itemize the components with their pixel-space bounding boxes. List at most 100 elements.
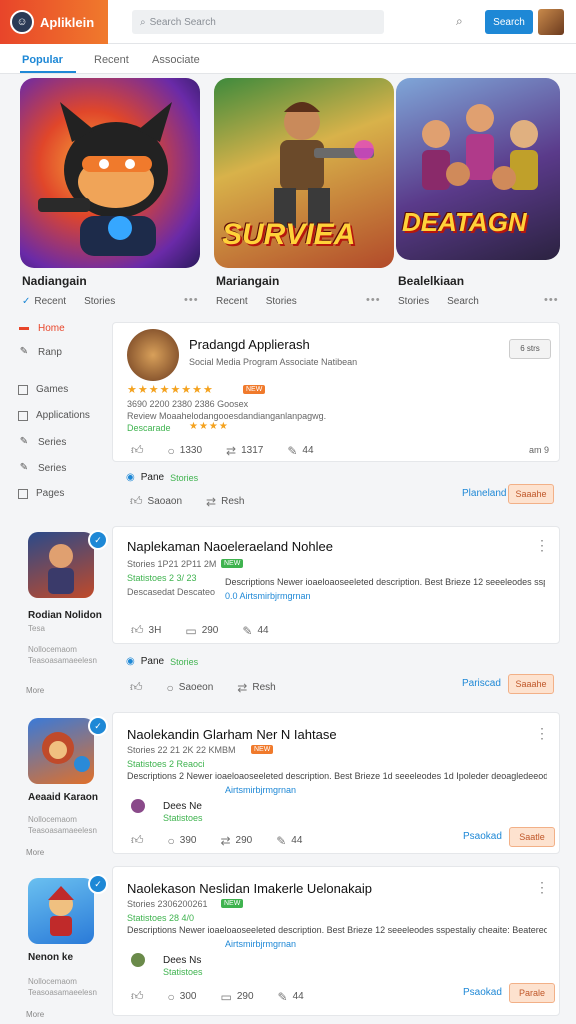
pariscad-link[interactable]: Pariscad	[462, 678, 501, 689]
more-link[interactable]: More	[26, 848, 44, 857]
tag-button[interactable]: ✎ 44	[287, 444, 313, 458]
share-button[interactable]: ⇄ Resh	[237, 681, 275, 695]
planeland-link[interactable]: Planeland	[462, 488, 506, 499]
meta-label: Recent	[216, 296, 248, 307]
brand[interactable]: ☺ Apliklein	[0, 0, 108, 44]
status-badge: NEW	[221, 559, 244, 568]
save-button[interactable]: Saaahe	[508, 484, 554, 504]
featured-name-2[interactable]: Mariangain	[216, 274, 279, 288]
kebab-menu-icon[interactable]: ⋮	[535, 879, 549, 896]
like-button[interactable]: 👍︎	[130, 680, 143, 695]
save-button[interactable]: Saaahe	[508, 674, 554, 694]
game-thumbnail[interactable]	[28, 718, 94, 784]
featured-card-3[interactable]: DEATAGN	[396, 78, 560, 260]
tag-button[interactable]: ✎ 44	[242, 624, 268, 638]
avatar[interactable]	[127, 329, 179, 381]
sidebar-item-applications[interactable]: Applications	[18, 410, 90, 421]
share-button[interactable]: ⇄ Resh	[206, 495, 244, 509]
more-dots-icon[interactable]: •••	[544, 294, 559, 306]
sub-row-1: ◉ Pane Stories 👍︎ Saoaon ⇄ Resh Planeland Sa…	[112, 470, 560, 514]
desc-link[interactable]: Airtsmirbjrmgrnan	[225, 939, 296, 949]
comment-button[interactable]: ○ 1330	[168, 444, 203, 458]
sub-row-2: ◉ Pane Stories 👍︎ ○ Saoeon ⇄ Resh Pariscad S…	[112, 654, 560, 698]
tag-button[interactable]: ✎ 44	[276, 834, 302, 848]
like-button[interactable]: 👍︎	[131, 989, 144, 1004]
thumb-name[interactable]: Nenon ke	[28, 952, 73, 963]
follow-button[interactable]: 6 strs	[509, 339, 551, 359]
action-row: 👍︎ ○ 300 ▭ 290 ✎ 44	[131, 989, 304, 1004]
like-button[interactable]: 👍︎	[131, 833, 144, 848]
sidebar-item-series-2[interactable]: ✎ Series	[18, 462, 67, 474]
thumb-name[interactable]: Aeaaid Karaon	[28, 792, 98, 803]
verified-icon: ✓	[88, 530, 108, 550]
nav-label: Home	[38, 322, 65, 334]
like-button[interactable]: 👍︎ Saoaon	[130, 494, 182, 509]
comment-button[interactable]: ▭ 290	[185, 624, 218, 638]
game-thumbnail[interactable]	[28, 878, 94, 944]
psaokad-link[interactable]: Psaokad	[463, 831, 502, 842]
time-label: am 9	[528, 445, 549, 455]
avatar[interactable]	[538, 9, 564, 35]
comment-button[interactable]: ○ 390	[168, 834, 197, 848]
kebab-menu-icon[interactable]: ⋮	[535, 537, 549, 554]
post-title[interactable]: Pradangd Applierash	[189, 337, 310, 352]
action-row: 👍︎ ○ 390 ⇄ 290 ✎ 44	[131, 833, 302, 848]
desc-link[interactable]: Airtsmirbjrmgrnan	[225, 785, 296, 795]
home-icon: ▬	[19, 322, 29, 333]
sidebar-item-ranp[interactable]: ✎ Ranp	[18, 346, 62, 358]
tag-button[interactable]: ✎ 44	[278, 990, 304, 1004]
tab-bar: Popular Recent Associate	[0, 44, 576, 74]
psaokad-link[interactable]: Psaokad	[463, 987, 502, 998]
tag-count: 44	[257, 625, 269, 636]
pane-icon: ◉	[126, 472, 135, 483]
post-title[interactable]: Naolekason Neslidan Imakerle Uelonakaip	[127, 881, 372, 896]
like-button[interactable]: 👍︎ 3H	[131, 623, 161, 638]
featured-name-1[interactable]: Nadiangain	[22, 274, 87, 288]
search-input[interactable]: ⌕ Search Search	[132, 10, 384, 34]
share-count: 290	[235, 835, 253, 846]
more-link[interactable]: More	[26, 686, 44, 695]
game-thumbnail[interactable]	[28, 532, 94, 598]
share-button[interactable]: ▭ 290	[220, 990, 253, 1004]
comment-button[interactable]: ○ Saoeon	[167, 681, 214, 695]
tab-associate[interactable]: Associate	[152, 54, 200, 66]
sidebar-item-pages[interactable]: Pages	[18, 488, 64, 499]
search-icon[interactable]: ⌕	[456, 14, 470, 28]
sidebar-item-home[interactable]: ▬ Home	[18, 322, 65, 334]
description: Descriptions Newer ioaeloaoseeleted desc…	[127, 925, 547, 935]
search-button[interactable]: Search	[485, 10, 533, 34]
thumb-line: Nollocemaom Teasoasamaeelesn	[28, 645, 97, 665]
featured-name-3[interactable]: Bealelkiaan	[398, 274, 464, 288]
rating-stars: ★★★★★★★★	[127, 384, 214, 396]
pane-icon: ◉	[126, 656, 135, 667]
verified-icon: ✓	[88, 874, 108, 894]
featured-card-1[interactable]	[20, 78, 200, 268]
more-dots-icon[interactable]: •••	[366, 294, 381, 306]
sub-label: Dees Ns	[163, 955, 202, 966]
search-icon: ⌕	[140, 16, 146, 28]
post-title[interactable]: Naplekaman Naoeleraeland Nohlee	[127, 539, 333, 554]
post-title[interactable]: Naolekandin Glarham Ner N Iahtase	[127, 727, 337, 742]
more-link[interactable]: More	[26, 1010, 44, 1019]
meta-label: Search	[447, 296, 479, 307]
like-button[interactable]: 👍︎	[131, 443, 144, 458]
share-count: 1317	[241, 445, 264, 456]
tab-recent[interactable]: Recent	[94, 54, 129, 66]
share-button[interactable]: ⇄ 1317	[226, 444, 263, 458]
featured-card-2[interactable]: SURVIEA	[214, 78, 394, 268]
save-button[interactable]: Saatle	[509, 827, 555, 847]
desc-link[interactable]: 0.0 Airtsmirbjrmgrnan	[225, 591, 311, 601]
more-dots-icon[interactable]: •••	[184, 294, 199, 306]
save-button[interactable]: Parale	[509, 983, 555, 1003]
kebab-menu-icon[interactable]: ⋮	[535, 725, 549, 742]
top-bar: ☺ Apliklein ⌕ Search Search ⌕ Search	[0, 0, 576, 44]
avatar[interactable]	[131, 953, 145, 967]
comment-button[interactable]: ○ 300	[168, 990, 197, 1004]
comment-icon: ○	[167, 443, 175, 458]
sidebar-item-series[interactable]: ✎ Series	[18, 436, 67, 448]
avatar[interactable]	[131, 799, 145, 813]
tab-popular[interactable]: Popular	[22, 54, 63, 66]
sidebar-item-games[interactable]: Games	[18, 384, 68, 395]
share-button[interactable]: ⇄ 290	[220, 834, 252, 848]
thumb-name[interactable]: Rodian Nolidon	[28, 610, 102, 621]
